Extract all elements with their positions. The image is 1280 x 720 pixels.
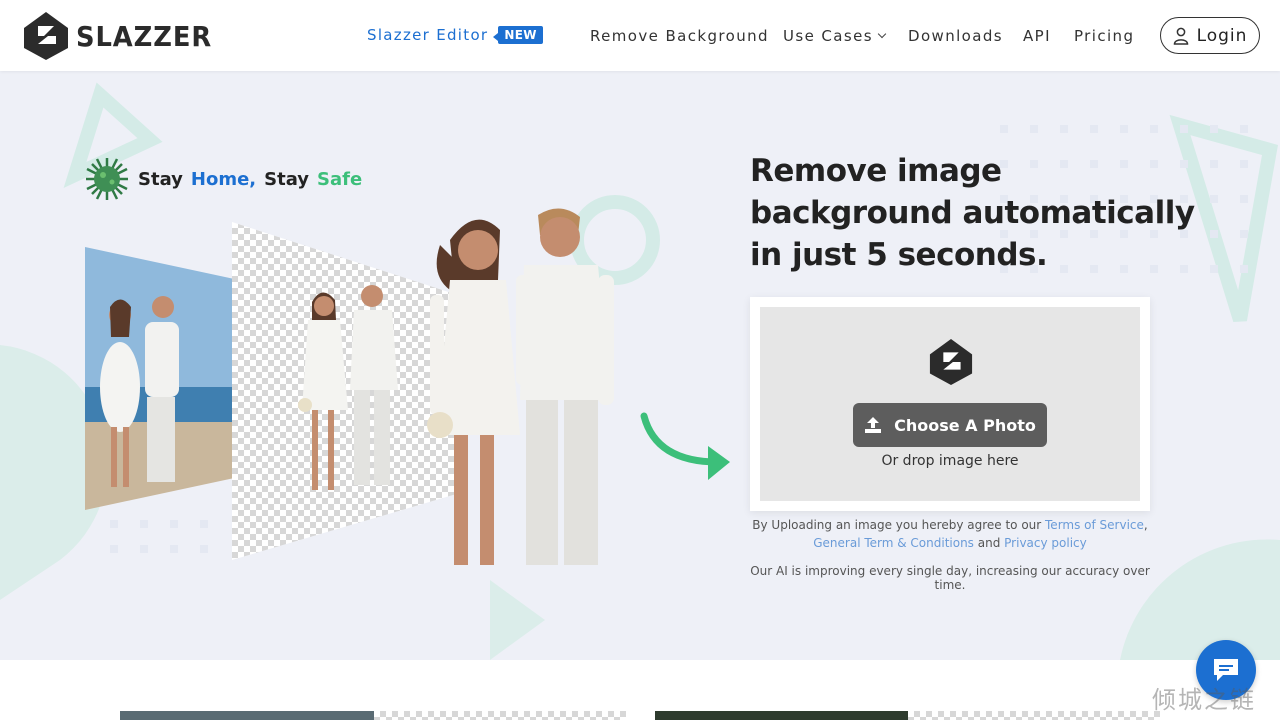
site-header: SLAZZER Slazzer Editor NEW Remove Backgr… [0, 0, 1280, 71]
brand-logo[interactable]: SLAZZER [22, 10, 224, 62]
arrow-icon [640, 412, 730, 480]
login-button[interactable]: Login [1160, 17, 1260, 54]
stay-text-1: Stay [138, 168, 183, 190]
example-photo-1 [120, 711, 374, 720]
terms-and: and [973, 536, 1005, 550]
ai-improvement-note: Our AI is improving every single day, in… [750, 564, 1150, 592]
drop-hint: Or drop image here [881, 453, 1019, 469]
hero-headline: Remove image background automatically in… [750, 150, 1230, 276]
logo-icon [929, 339, 973, 385]
upload-icon [865, 417, 882, 433]
choose-photo-label: Choose A Photo [894, 415, 1036, 435]
terms-prefix: By Uploading an image you hereby agree t… [752, 518, 1046, 532]
nav-editor-label: Slazzer Editor [367, 26, 489, 44]
terms-notice: By Uploading an image you hereby agree t… [750, 516, 1150, 552]
nav-remove-background[interactable]: Remove Background [590, 0, 769, 71]
choose-photo-button[interactable]: Choose A Photo [853, 403, 1047, 447]
cutout-couple-large [427, 208, 614, 565]
privacy-policy-link[interactable]: Privacy policy [1004, 536, 1087, 550]
brand-name: SLAZZER [76, 19, 213, 53]
original-photo [85, 247, 232, 510]
nav-api-label: API [1023, 26, 1051, 45]
login-label: Login [1196, 25, 1248, 46]
nav-use-cases-label: Use Cases [783, 26, 873, 45]
nav-api[interactable]: API [1023, 0, 1051, 71]
nav-use-cases[interactable]: Use Cases [783, 0, 887, 71]
cutout-couple-small [298, 285, 398, 490]
stay-text-2: Stay [264, 168, 310, 190]
stay-home-banner: Stay Home, Stay Safe [84, 156, 362, 202]
headline-line-1: Remove image [750, 153, 1002, 189]
stay-home-word: Home, [190, 168, 257, 190]
virus-icon [86, 158, 128, 200]
example-photo-2 [655, 711, 908, 720]
stay-safe-word: Safe [317, 168, 363, 190]
headline-line-2: background automatically [750, 195, 1195, 231]
headline-line-3: in just 5 seconds. [750, 237, 1048, 273]
terms-of-service-link[interactable]: Terms of Service [1045, 518, 1144, 532]
upload-dropzone[interactable]: Choose A Photo Or drop image here [750, 297, 1150, 511]
chevron-down-icon [877, 29, 887, 38]
user-icon [1173, 27, 1188, 45]
terms-comma: , [1143, 518, 1148, 532]
nav-pricing[interactable]: Pricing [1074, 0, 1134, 71]
example-cutout-2 [908, 711, 1160, 720]
general-terms-link[interactable]: General Term & Conditions [813, 536, 974, 550]
nav-slazzer-editor[interactable]: Slazzer Editor NEW [367, 26, 543, 44]
dropzone-area[interactable]: Choose A Photo Or drop image here [760, 307, 1140, 501]
example-cutout-1 [374, 711, 626, 720]
nav-pricing-label: Pricing [1074, 26, 1135, 45]
nav-downloads[interactable]: Downloads [908, 0, 1003, 71]
new-badge: NEW [493, 26, 543, 44]
nav-downloads-label: Downloads [908, 26, 1003, 45]
logo-icon [24, 12, 68, 60]
watermark-text: 倾城之链 [1152, 686, 1256, 714]
nav-remove-background-label: Remove Background [590, 26, 769, 45]
